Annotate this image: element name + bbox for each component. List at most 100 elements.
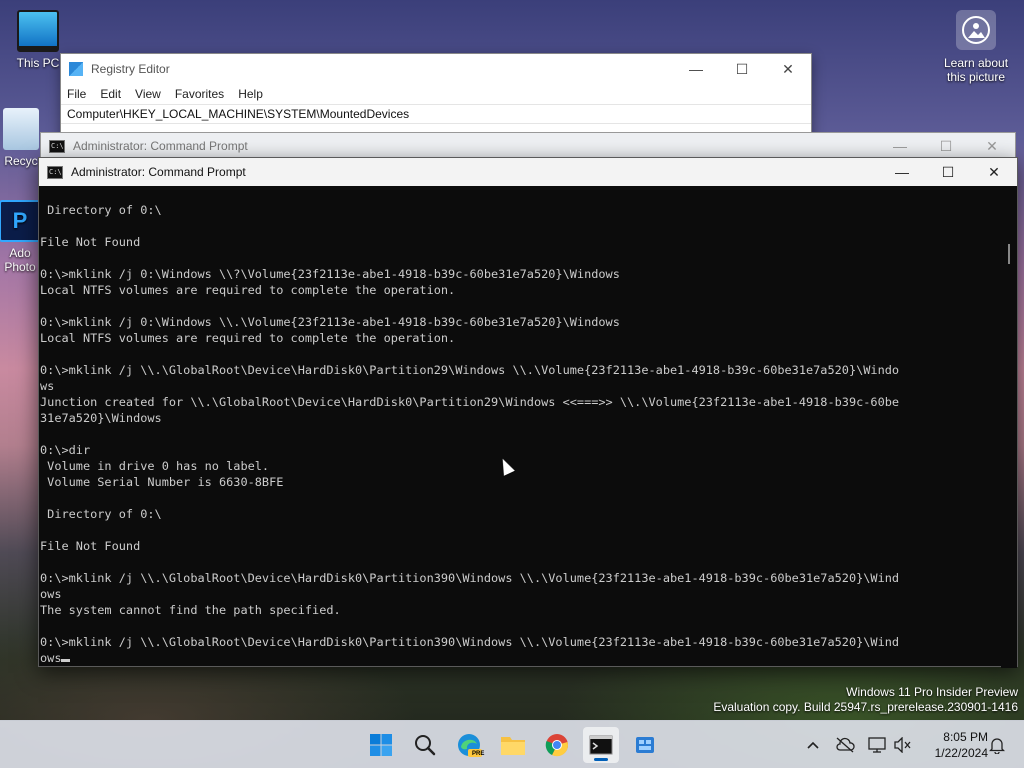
clock-time: 8:05 PM bbox=[943, 730, 988, 744]
learn-about-picture[interactable]: Learn about this picture bbox=[936, 10, 1016, 84]
running-indicator bbox=[594, 758, 608, 761]
console-line: 0:\>mklink /j 0:\Windows \\.\Volume{23f2… bbox=[40, 315, 620, 329]
minimize-button[interactable]: — bbox=[673, 54, 719, 84]
menu-edit[interactable]: Edit bbox=[100, 87, 121, 101]
console-line: Junction created for \\.\GlobalRoot\Devi… bbox=[40, 395, 900, 409]
console-line: Local NTFS volumes are required to compl… bbox=[40, 283, 456, 297]
app-icon bbox=[636, 737, 654, 753]
cmd-icon: C:\ bbox=[49, 139, 65, 153]
cloud-off-icon bbox=[836, 737, 855, 753]
console-line: ws bbox=[40, 379, 55, 393]
close-button[interactable]: ✕ bbox=[969, 133, 1015, 159]
search-button[interactable] bbox=[407, 727, 443, 763]
notifications-button[interactable] bbox=[986, 734, 1008, 756]
console-line: File Not Found bbox=[40, 235, 141, 249]
maximize-button[interactable]: ☐ bbox=[719, 54, 765, 84]
console-line: The system cannot find the path specifie… bbox=[40, 603, 341, 617]
console-line: Directory of 0:\ bbox=[40, 507, 162, 521]
command-prompt-window-background[interactable]: C:\ Administrator: Command Prompt — ☐ ✕ bbox=[40, 132, 1016, 158]
minimize-button[interactable]: — bbox=[877, 133, 923, 159]
console-line: ows bbox=[40, 650, 1001, 666]
console-output[interactable]: Directory of 0:\ File Not Found 0:\>mklink… bbox=[39, 186, 1001, 668]
menu-favorites[interactable]: Favorites bbox=[175, 87, 224, 101]
cmd-back-window-controls: — ☐ ✕ bbox=[877, 133, 1015, 159]
windows-watermark: Windows 11 Pro Insider Preview Evaluatio… bbox=[713, 685, 1018, 715]
edge-button[interactable]: PRE bbox=[451, 727, 487, 763]
console-line: ows bbox=[40, 587, 62, 601]
photoshop-icon: P bbox=[0, 200, 41, 242]
volume-button[interactable] bbox=[892, 734, 914, 756]
regedit-address-bar[interactable]: Computer\HKEY_LOCAL_MACHINE\SYSTEM\Mount… bbox=[61, 104, 811, 124]
maximize-button[interactable]: ☐ bbox=[923, 133, 969, 159]
console-line: Local NTFS volumes are required to compl… bbox=[40, 331, 456, 345]
search-icon bbox=[415, 735, 436, 756]
start-icon bbox=[370, 734, 392, 756]
close-button[interactable]: ✕ bbox=[971, 158, 1017, 186]
maximize-button[interactable]: ☐ bbox=[925, 158, 971, 186]
cmd-titlebar[interactable]: C:\ Administrator: Command Prompt — ☐ ✕ bbox=[39, 158, 1017, 186]
console-scrollbar[interactable] bbox=[1001, 186, 1017, 668]
edge-pre-badge: PRE bbox=[472, 751, 485, 757]
clock[interactable]: 8:05 PM 1/22/2024 bbox=[920, 729, 988, 761]
registry-editor-window[interactable]: Registry Editor — ☐ ✕ File Edit View Fav… bbox=[60, 53, 812, 143]
watermark-line1: Windows 11 Pro Insider Preview bbox=[846, 685, 1018, 699]
network-button[interactable] bbox=[834, 734, 856, 756]
chrome-button[interactable] bbox=[539, 727, 575, 763]
minimize-button[interactable]: — bbox=[879, 158, 925, 186]
console-line: 0:\>mklink /j \\.\GlobalRoot\Device\Hard… bbox=[40, 363, 900, 377]
bell-icon bbox=[989, 738, 1005, 754]
learn-picture-label-line2: this picture bbox=[946, 70, 1006, 84]
scrollbar-thumb[interactable] bbox=[1008, 244, 1010, 264]
console-line: Volume in drive 0 has no label. bbox=[40, 459, 270, 473]
regedit-menubar: File Edit View Favorites Help bbox=[61, 84, 811, 104]
cmd-window-controls: — ☐ ✕ bbox=[879, 158, 1017, 186]
console-line: File Not Found bbox=[40, 539, 141, 553]
menu-view[interactable]: View bbox=[135, 87, 161, 101]
cmd-icon: C:\ bbox=[47, 165, 63, 179]
watermark-line2: Evaluation copy. Build 25947.rs_prerelea… bbox=[713, 700, 1018, 714]
console-line: Directory of 0:\ bbox=[40, 203, 162, 217]
terminal-icon bbox=[589, 735, 613, 755]
regedit-title: Registry Editor bbox=[91, 62, 170, 76]
monitor-icon bbox=[17, 10, 59, 52]
console-line: Volume Serial Number is 6630-8BFE bbox=[40, 475, 284, 489]
speaker-muted-icon bbox=[894, 737, 911, 753]
file-explorer-icon bbox=[501, 737, 525, 755]
display-button[interactable] bbox=[866, 734, 888, 756]
console-line: 31e7a520}\Windows bbox=[40, 411, 162, 425]
text-cursor bbox=[61, 659, 71, 662]
chevron-up-icon bbox=[807, 741, 819, 749]
app-button[interactable] bbox=[627, 727, 663, 763]
learn-picture-label-line1: Learn about bbox=[943, 56, 1009, 70]
start-button[interactable] bbox=[363, 727, 399, 763]
console-line: 0:\>mklink /j \\.\GlobalRoot\Device\Hard… bbox=[40, 635, 900, 649]
console-line: 0:\>dir bbox=[40, 443, 91, 457]
monitor-icon bbox=[868, 737, 886, 753]
close-button[interactable]: ✕ bbox=[765, 54, 811, 84]
menu-help[interactable]: Help bbox=[238, 87, 263, 101]
cmd-back-title: Administrator: Command Prompt bbox=[73, 139, 248, 153]
cmd-title: Administrator: Command Prompt bbox=[71, 165, 246, 179]
command-prompt-button[interactable] bbox=[583, 727, 619, 763]
menu-file[interactable]: File bbox=[67, 87, 86, 101]
command-prompt-window[interactable]: C:\ Administrator: Command Prompt — ☐ ✕ … bbox=[38, 157, 1018, 668]
show-hidden-icons-button[interactable] bbox=[802, 734, 824, 756]
camera-icon bbox=[956, 10, 996, 50]
regedit-window-controls: — ☐ ✕ bbox=[673, 54, 811, 84]
recycle-bin-icon bbox=[3, 108, 39, 150]
clock-date: 1/22/2024 bbox=[934, 746, 988, 760]
console-line: 0:\>mklink /j 0:\Windows \\?\Volume{23f2… bbox=[40, 267, 620, 281]
file-explorer-button[interactable] bbox=[495, 727, 531, 763]
chrome-icon bbox=[545, 734, 568, 757]
regedit-icon bbox=[69, 62, 83, 76]
cmd-back-titlebar[interactable]: C:\ Administrator: Command Prompt bbox=[41, 133, 1015, 159]
